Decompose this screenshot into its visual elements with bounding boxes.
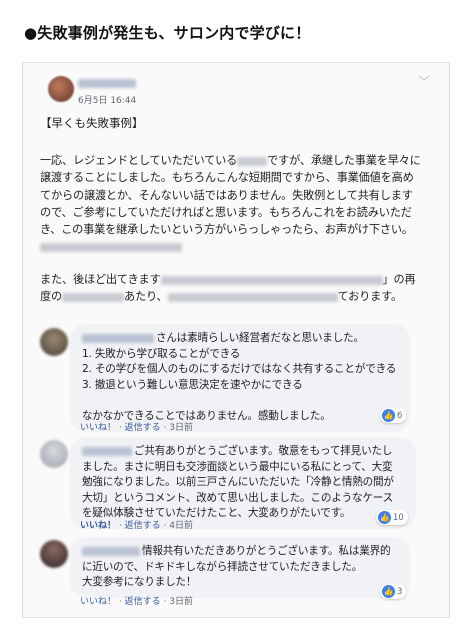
commenter-name-redacted[interactable] [82, 446, 132, 456]
commenter-name-redacted[interactable] [82, 546, 140, 556]
comment-actions: いいね！ · 返信する · 4日前 [80, 521, 193, 531]
comment-line: 勉強になりました。以前三戸さんにいただいた「冷静と情熱の間が [82, 476, 394, 489]
comment-line: 1. 失敗から学び取ることができる [82, 347, 241, 360]
reaction-count[interactable]: 👍 3 [380, 584, 407, 599]
redacted-text [237, 156, 268, 166]
comment-line: 3. 撤退という難しい意思決定を速やかにできる [82, 378, 303, 391]
post-line: 度の あたり、 ております。 [40, 290, 402, 304]
redacted-text [40, 242, 182, 252]
comment-line: 大切」というコメント、改めて思い出しました。このようなケース [82, 491, 394, 504]
post-date[interactable]: 6月5日 16:44 [78, 93, 136, 106]
author-name-redacted[interactable] [78, 79, 136, 88]
comment-line: 情報共有いただきありがとうございます。私は業界的 [82, 544, 398, 560]
like-button[interactable]: いいね！ [80, 423, 116, 433]
comment-actions: いいね！ · 返信する · 3日前 [80, 423, 193, 433]
avatar[interactable] [48, 76, 74, 102]
post-line: 一応、レジェンドとしていただいている ですが、承継した事業を早々に [40, 154, 421, 167]
chevron-down-icon[interactable]: ⌵ [418, 70, 430, 84]
post-body: 一応、レジェンドとしていただいている ですが、承継した事業を早々に 譲渡することに… [40, 152, 438, 256]
comment-line: 大変参考になりました！ [82, 576, 197, 589]
like-button[interactable]: いいね！ [80, 597, 116, 607]
thumbs-up-icon: 👍 [382, 409, 395, 422]
comment-line: ました。まさに明日も交渉面談という最中にいる私にとって、大変 [82, 460, 393, 473]
avatar[interactable] [40, 540, 68, 568]
post-line: 譲渡することにしました。もちろんこんな短期間ですから、事業価値を高め [40, 171, 414, 185]
redacted-text [61, 292, 124, 302]
avatar[interactable] [40, 328, 68, 356]
post-body-continued: また、後ほど出てきます 」の再 度の あたり、 ております。 [40, 271, 438, 306]
post-title: 【早くも失敗事例】 [40, 116, 144, 130]
redacted-text [160, 275, 383, 285]
comment-line: 2. その学びを個人のものにするだけではなく共有することができる [82, 363, 397, 376]
comment-line: ご共有ありがとうございます。敬意をもって拝見いたし [82, 444, 404, 460]
avatar[interactable] [40, 440, 68, 468]
reply-button[interactable]: 返信する [125, 597, 161, 607]
comment-actions: いいね！ · 返信する · 3日前 [80, 597, 193, 607]
reaction-count[interactable]: 👍 6 [380, 408, 407, 423]
post-line: また、後ほど出てきます 」の再 [40, 273, 416, 286]
comment-line: さんは素晴らしい経営者だなと思いました。 [82, 331, 398, 347]
like-button[interactable]: いいね！ [80, 521, 116, 531]
reaction-count[interactable]: 👍 10 [376, 510, 408, 525]
post-line: ので、ご参考にしていただければと思います。もちろんこれをお読みいただ [40, 205, 412, 219]
comment-bubble: ご共有ありがとうございます。敬意をもって拝見いたし ました。まさに明日も交渉面談… [70, 437, 416, 529]
page-heading: ●失敗事例が発生も、サロン内で学びに！ [24, 24, 311, 42]
thumbs-up-icon: 👍 [378, 511, 391, 524]
post-line: き、この事業を継承したいという方がいらっしゃったら、お声がけ下さい。 [40, 223, 413, 237]
reply-button[interactable]: 返信する [125, 423, 161, 433]
reply-button[interactable]: 返信する [125, 521, 161, 531]
comment-line: に近いので、ドキドキしながら拝読させていただきました。 [82, 560, 363, 573]
thumbs-up-icon: 👍 [382, 585, 395, 598]
comment-bubble: さんは素晴らしい経営者だなと思いました。 1. 失敗から学び取ることができる 2… [70, 324, 410, 432]
comment-time[interactable]: 3日前 [169, 423, 193, 433]
commenter-name-redacted[interactable] [82, 333, 154, 343]
post-line [40, 238, 438, 255]
redacted-text [167, 292, 338, 302]
comment-time[interactable]: 4日前 [169, 521, 193, 531]
comment-time[interactable]: 3日前 [169, 597, 193, 607]
comment-line [82, 393, 398, 409]
post-line: てからの譲渡とか、そんないい話ではありません。失敗例として共有します [40, 188, 413, 202]
comment-bubble: 情報共有いただきありがとうございます。私は業界的 に近いので、ドキドキしながら拝… [70, 537, 410, 598]
